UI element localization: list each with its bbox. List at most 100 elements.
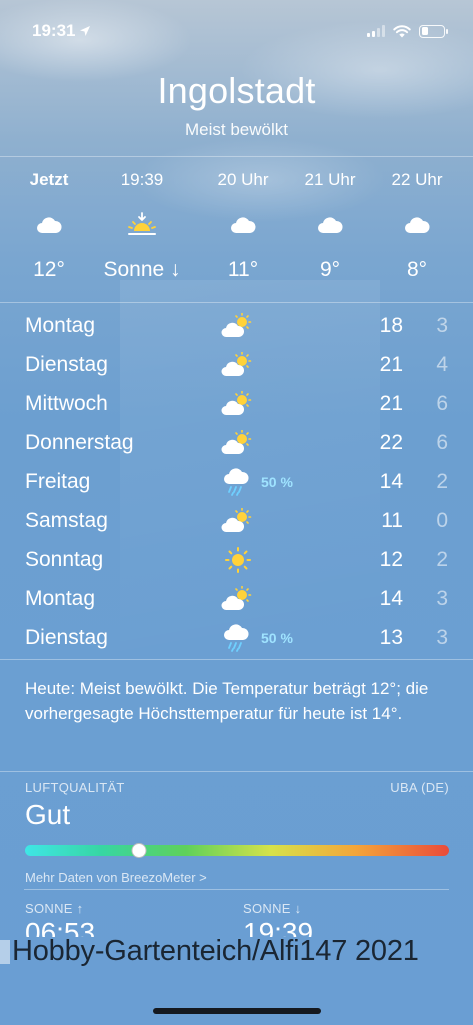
hourly-item: Jetzt 12° bbox=[4, 158, 94, 282]
location-arrow-icon bbox=[80, 26, 91, 36]
day-name: Dienstag bbox=[25, 353, 108, 376]
hourly-time: 21 Uhr bbox=[304, 170, 356, 189]
divider bbox=[0, 156, 473, 157]
hourly-temp: 11° bbox=[227, 258, 259, 281]
day-low-temp: 3 bbox=[436, 626, 448, 649]
hourly-temp: 12° bbox=[33, 258, 65, 281]
day-low-temp: 2 bbox=[436, 470, 448, 493]
day-name: Sonntag bbox=[25, 548, 104, 571]
day-high-temp: 21 bbox=[379, 353, 403, 376]
day-low-temp: 6 bbox=[436, 392, 448, 415]
partly-cloudy-icon bbox=[220, 585, 256, 613]
watermark-text: Hobby-Gartenteich/Alfi147 2021 bbox=[12, 935, 419, 967]
hourly-time: Jetzt bbox=[29, 170, 69, 189]
daily-row: Montag 14 3 bbox=[0, 581, 473, 620]
air-quality-scale bbox=[25, 843, 449, 858]
divider bbox=[24, 889, 449, 890]
status-time: 19:31 bbox=[32, 21, 76, 40]
day-high-temp: 11 bbox=[381, 509, 403, 532]
day-name: Dienstag bbox=[25, 626, 108, 649]
cloud-icon bbox=[372, 210, 462, 240]
day-low-temp: 4 bbox=[436, 353, 448, 376]
partly-cloudy-icon bbox=[220, 351, 256, 379]
hourly-item: 20 Uhr 11° bbox=[198, 158, 288, 282]
precip-chance: 50 % bbox=[261, 630, 293, 646]
day-low-temp: 3 bbox=[436, 587, 448, 610]
status-time-group: 19:31 bbox=[32, 21, 91, 41]
partly-cloudy-icon bbox=[220, 312, 256, 340]
day-high-temp: 18 bbox=[379, 314, 403, 337]
breezometer-link[interactable]: Mehr Daten von BreezoMeter > bbox=[25, 870, 449, 885]
sunrise-value: 06:53 bbox=[25, 917, 96, 937]
day-high-temp: 22 bbox=[379, 431, 403, 454]
partly-cloudy-icon bbox=[220, 507, 256, 535]
day-low-temp: 2 bbox=[436, 548, 448, 571]
sunset-label: SONNE ↓ bbox=[243, 901, 302, 916]
day-name: Freitag bbox=[25, 470, 91, 493]
hourly-temp: Sonne ↓ bbox=[103, 258, 181, 281]
daily-forecast: Montag 18 3 Dienstag 21 4 Mittwoch 21 6 Donnersta… bbox=[0, 308, 473, 659]
rain-icon bbox=[220, 624, 256, 652]
air-quality-card[interactable]: LUFTQUALITÄT UBA (DE) Gut Mehr Daten von… bbox=[25, 780, 449, 885]
cloud-icon bbox=[198, 210, 288, 240]
day-low-temp: 6 bbox=[436, 431, 448, 454]
partly-cloudy-icon bbox=[220, 390, 256, 418]
day-low-temp: 3 bbox=[436, 314, 448, 337]
daily-row: Mittwoch 21 6 bbox=[0, 386, 473, 425]
hourly-time: 20 Uhr bbox=[217, 170, 269, 189]
cloud-icon bbox=[4, 210, 94, 240]
status-bar: 19:31 bbox=[0, 0, 473, 62]
divider bbox=[0, 771, 473, 772]
hourly-item: 21 Uhr 9° bbox=[285, 158, 375, 282]
hourly-temp: 9° bbox=[319, 258, 341, 281]
divider bbox=[0, 302, 473, 303]
watermark: Hobby-Gartenteich/Alfi147 2021 bbox=[0, 935, 473, 968]
air-quality-value: Gut bbox=[25, 799, 71, 830]
wifi-icon bbox=[393, 24, 411, 37]
day-low-temp: 0 bbox=[436, 509, 448, 532]
daily-row: Samstag 11 0 bbox=[0, 503, 473, 542]
sunrise-label: SONNE ↑ bbox=[25, 901, 84, 916]
day-high-temp: 12 bbox=[379, 548, 403, 571]
daily-row: Montag 18 3 bbox=[0, 308, 473, 347]
hourly-time: 22 Uhr bbox=[391, 170, 443, 189]
air-quality-indicator bbox=[131, 843, 147, 858]
today-summary: Heute: Meist bewölkt. Die Temperatur bet… bbox=[25, 679, 429, 723]
battery-fill bbox=[421, 27, 428, 35]
partly-cloudy-icon bbox=[220, 429, 256, 457]
sun-icon bbox=[220, 546, 256, 574]
day-name: Montag bbox=[25, 314, 96, 337]
day-high-temp: 21 bbox=[379, 392, 403, 415]
daily-row: Dienstag 21 4 bbox=[0, 347, 473, 386]
day-high-temp: 14 bbox=[379, 587, 403, 610]
battery-icon bbox=[419, 24, 448, 38]
city-name: Ingolstadt bbox=[157, 70, 316, 111]
air-quality-title: LUFTQUALITÄT bbox=[25, 780, 125, 795]
daily-row: Donnerstag 22 6 bbox=[0, 425, 473, 464]
precip-chance: 50 % bbox=[261, 474, 293, 490]
day-high-temp: 14 bbox=[379, 470, 403, 493]
daily-row: Freitag 50 % 14 2 bbox=[0, 464, 473, 503]
hourly-item: 22 Uhr 8° bbox=[372, 158, 462, 282]
sunset-value: 19:39 bbox=[243, 917, 314, 937]
location-header: Ingolstadt Meist bewölkt bbox=[0, 70, 473, 140]
day-name: Montag bbox=[25, 587, 96, 610]
current-condition: Meist bewölkt bbox=[185, 120, 288, 139]
daily-row: Dienstag 50 % 13 3 bbox=[0, 620, 473, 659]
status-icons bbox=[367, 24, 448, 38]
daily-row: Sonntag 12 2 bbox=[0, 542, 473, 581]
air-quality-source: UBA (DE) bbox=[390, 780, 449, 795]
cellular-signal-icon bbox=[367, 25, 385, 37]
cloud-icon bbox=[285, 210, 375, 240]
day-name: Mittwoch bbox=[25, 392, 108, 415]
sunset-icon bbox=[97, 210, 187, 240]
day-name: Samstag bbox=[25, 509, 108, 532]
hourly-temp: 8° bbox=[406, 258, 428, 281]
day-high-temp: 13 bbox=[379, 626, 403, 649]
watermark-box bbox=[0, 940, 10, 965]
hourly-forecast[interactable]: Jetzt 12° 19:39 Sonne ↓ 20 Uhr 11° 21 Uhr 9° 22 … bbox=[0, 158, 473, 303]
home-indicator[interactable] bbox=[153, 1008, 321, 1014]
hourly-item: 19:39 Sonne ↓ bbox=[97, 158, 187, 282]
rain-icon bbox=[220, 468, 256, 496]
day-name: Donnerstag bbox=[25, 431, 134, 454]
